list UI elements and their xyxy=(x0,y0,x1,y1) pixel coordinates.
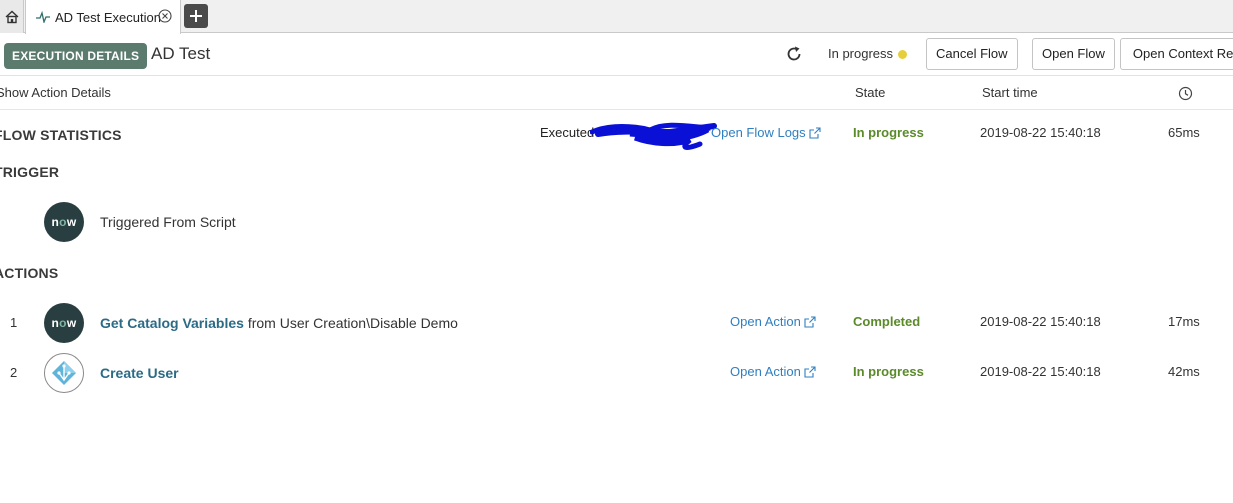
cancel-flow-button[interactable]: Cancel Flow xyxy=(926,38,1018,70)
flow-duration: 65ms xyxy=(1168,125,1200,140)
action-row-number: 2 xyxy=(10,365,18,380)
refresh-icon[interactable] xyxy=(784,44,804,64)
action-row-number: 1 xyxy=(10,315,18,330)
flow-start-time: 2019-08-22 15:40:18 xyxy=(980,125,1101,140)
action-start-time: 2019-08-22 15:40:18 xyxy=(980,364,1101,379)
open-context-record-button[interactable]: Open Context Reco xyxy=(1120,38,1233,70)
status-dot xyxy=(898,50,907,59)
column-header-row: Show Action Details State Start time xyxy=(0,76,1233,110)
state-column-header: State xyxy=(855,85,886,100)
open-action-link[interactable]: Open Action xyxy=(730,314,816,329)
external-link-icon xyxy=(804,365,816,378)
azure-ad-diamond-icon xyxy=(52,361,76,385)
action-duration: 42ms xyxy=(1168,364,1200,379)
action-start-time: 2019-08-22 15:40:18 xyxy=(980,314,1101,329)
open-action-label: Open Action xyxy=(730,314,801,329)
external-link-icon xyxy=(809,126,821,139)
plus-icon xyxy=(190,10,202,22)
clock-icon xyxy=(1178,86,1193,101)
tab-label: AD Test Execution xyxy=(55,9,161,25)
add-tab-button[interactable] xyxy=(184,4,208,28)
home-tab[interactable] xyxy=(0,0,24,33)
actions-title: ACTIONS xyxy=(0,265,59,281)
execution-header: EXECUTION DETAILS AD Test In progress Ca… xyxy=(0,34,1233,76)
action-state: Completed xyxy=(853,314,921,329)
flow-state: In progress xyxy=(853,125,924,140)
open-flow-logs-label: Open Flow Logs xyxy=(711,125,806,140)
flow-statistics-title: FLOW STATISTICS xyxy=(0,127,122,143)
action-name-link[interactable]: Create User xyxy=(100,365,179,381)
action-name-link[interactable]: Get Catalog Variables xyxy=(100,315,244,331)
close-tab-icon[interactable] xyxy=(158,9,172,23)
redaction-scribble xyxy=(590,122,717,150)
open-flow-button[interactable]: Open Flow xyxy=(1032,38,1115,70)
home-icon xyxy=(5,10,18,23)
action-state: In progress xyxy=(853,364,924,379)
execution-details-badge: EXECUTION DETAILS xyxy=(4,43,148,69)
tab-bar: AD Test Execution xyxy=(0,0,1233,34)
flow-name: AD Test xyxy=(151,44,211,63)
open-action-link[interactable]: Open Action xyxy=(730,364,816,379)
start-time-column-header: Start time xyxy=(982,85,1038,100)
action-name: Create User xyxy=(100,365,179,381)
now-logo-icon: now xyxy=(44,303,84,343)
action-name-suffix: from User Creation\Disable Demo xyxy=(243,315,458,331)
flow-pulse-icon xyxy=(36,11,50,23)
trigger-label: Triggered From Script xyxy=(100,214,236,230)
executed-label: Executed xyxy=(540,125,595,140)
open-flow-logs-link[interactable]: Open Flow Logs xyxy=(711,125,821,140)
trigger-title: TRIGGER xyxy=(0,164,60,180)
show-action-details-toggle[interactable]: Show Action Details xyxy=(0,85,111,100)
now-logo-icon: now xyxy=(44,202,84,242)
action-name: Get Catalog Variables from User Creation… xyxy=(100,315,458,331)
azure-ad-icon xyxy=(44,353,84,393)
status-text: In progress xyxy=(828,46,894,61)
tab-ad-test-execution[interactable]: AD Test Execution xyxy=(25,0,181,34)
action-duration: 17ms xyxy=(1168,314,1200,329)
external-link-icon xyxy=(804,315,816,328)
open-action-label: Open Action xyxy=(730,364,801,379)
